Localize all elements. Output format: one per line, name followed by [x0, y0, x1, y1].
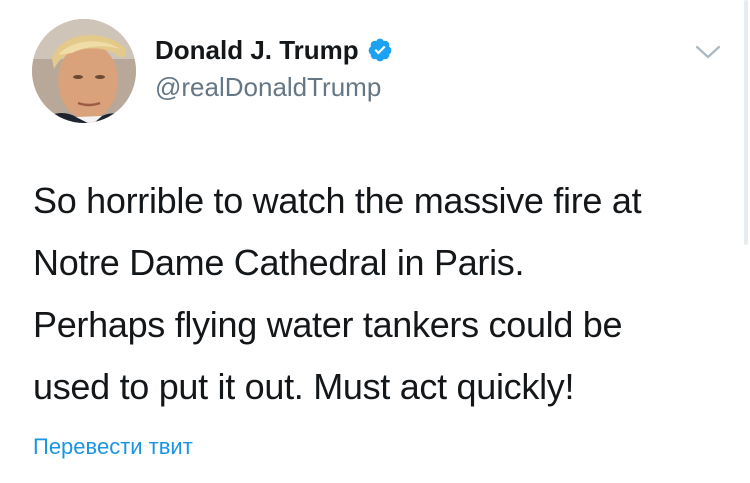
verified-badge-icon [367, 37, 393, 63]
avatar[interactable] [32, 19, 136, 123]
tweet-text-line: So horrible to watch the massive fire at [33, 180, 642, 221]
author-display-name[interactable]: Donald J. Trump [155, 33, 359, 67]
tweet-text: So horrible to watch the massive fire at… [33, 170, 738, 418]
tweet-text-line: Perhaps flying water tankers could be [33, 304, 623, 345]
author-name-row: Donald J. Trump [155, 33, 393, 67]
chevron-down-icon[interactable] [693, 40, 723, 64]
avatar-image [32, 19, 136, 123]
tweet-text-line: used to put it out. Must act quickly! [33, 366, 575, 407]
tweet-card: Donald J. Trump @realDonaldTrump So horr… [0, 0, 750, 483]
scrollbar[interactable] [744, 0, 748, 245]
tweet-text-line: Notre Dame Cathedral in Paris. [33, 242, 525, 283]
author-handle[interactable]: @realDonaldTrump [155, 71, 381, 103]
translate-tweet-link[interactable]: Перевести твит [33, 432, 193, 462]
